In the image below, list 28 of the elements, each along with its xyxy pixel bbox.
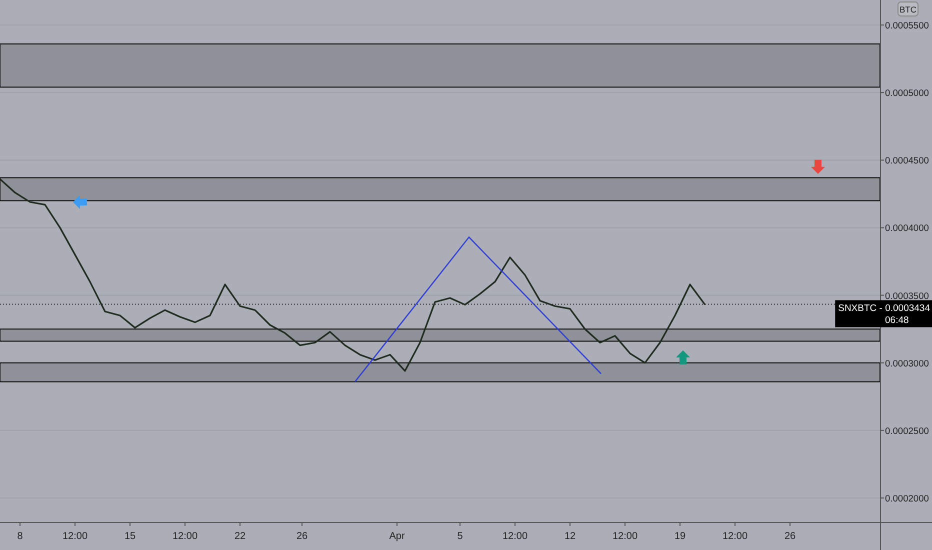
price-axis-label: 0.0002500	[885, 426, 929, 436]
time-axis-label: 15	[124, 531, 136, 542]
time-axis-label: 12:00	[612, 531, 638, 542]
price-axis-label: 0.0004500	[885, 156, 929, 166]
up-arrow-icon	[676, 350, 690, 364]
time-axis-label: 5	[457, 531, 463, 542]
price-axis-label: 0.0003500	[885, 290, 929, 301]
time-axis-label: Apr	[389, 531, 405, 542]
time-axis-label: 22	[234, 531, 246, 542]
time-axis-label: 12:00	[722, 531, 748, 542]
time-axis-label: 8	[17, 531, 23, 542]
time-axis-label: 12:00	[502, 531, 528, 542]
time-axis-label: 12:00	[62, 531, 88, 542]
price-axis-label: 0.0004000	[885, 223, 929, 234]
price-axis-label: 0.0005500	[885, 20, 929, 30]
price-axis-label: 0.0002000	[885, 493, 929, 504]
left-arrow-icon	[73, 195, 87, 210]
time-axis-label: 26	[296, 531, 308, 542]
time-axis-label: 19	[674, 531, 686, 542]
price-axis-label: 0.0003000	[885, 358, 929, 368]
price-axis-label: 0.0005000	[885, 88, 929, 98]
time-axis-label: 12:00	[172, 531, 198, 542]
time-axis-label: 12	[564, 531, 576, 542]
down-arrow-icon	[811, 160, 825, 174]
countdown-text: 06:48	[885, 315, 909, 326]
price-tag-text: SNXBTC - 0.0003434	[838, 303, 930, 314]
time-axis-label: 26	[784, 531, 796, 542]
currency-button[interactable]: BTC	[898, 2, 918, 16]
